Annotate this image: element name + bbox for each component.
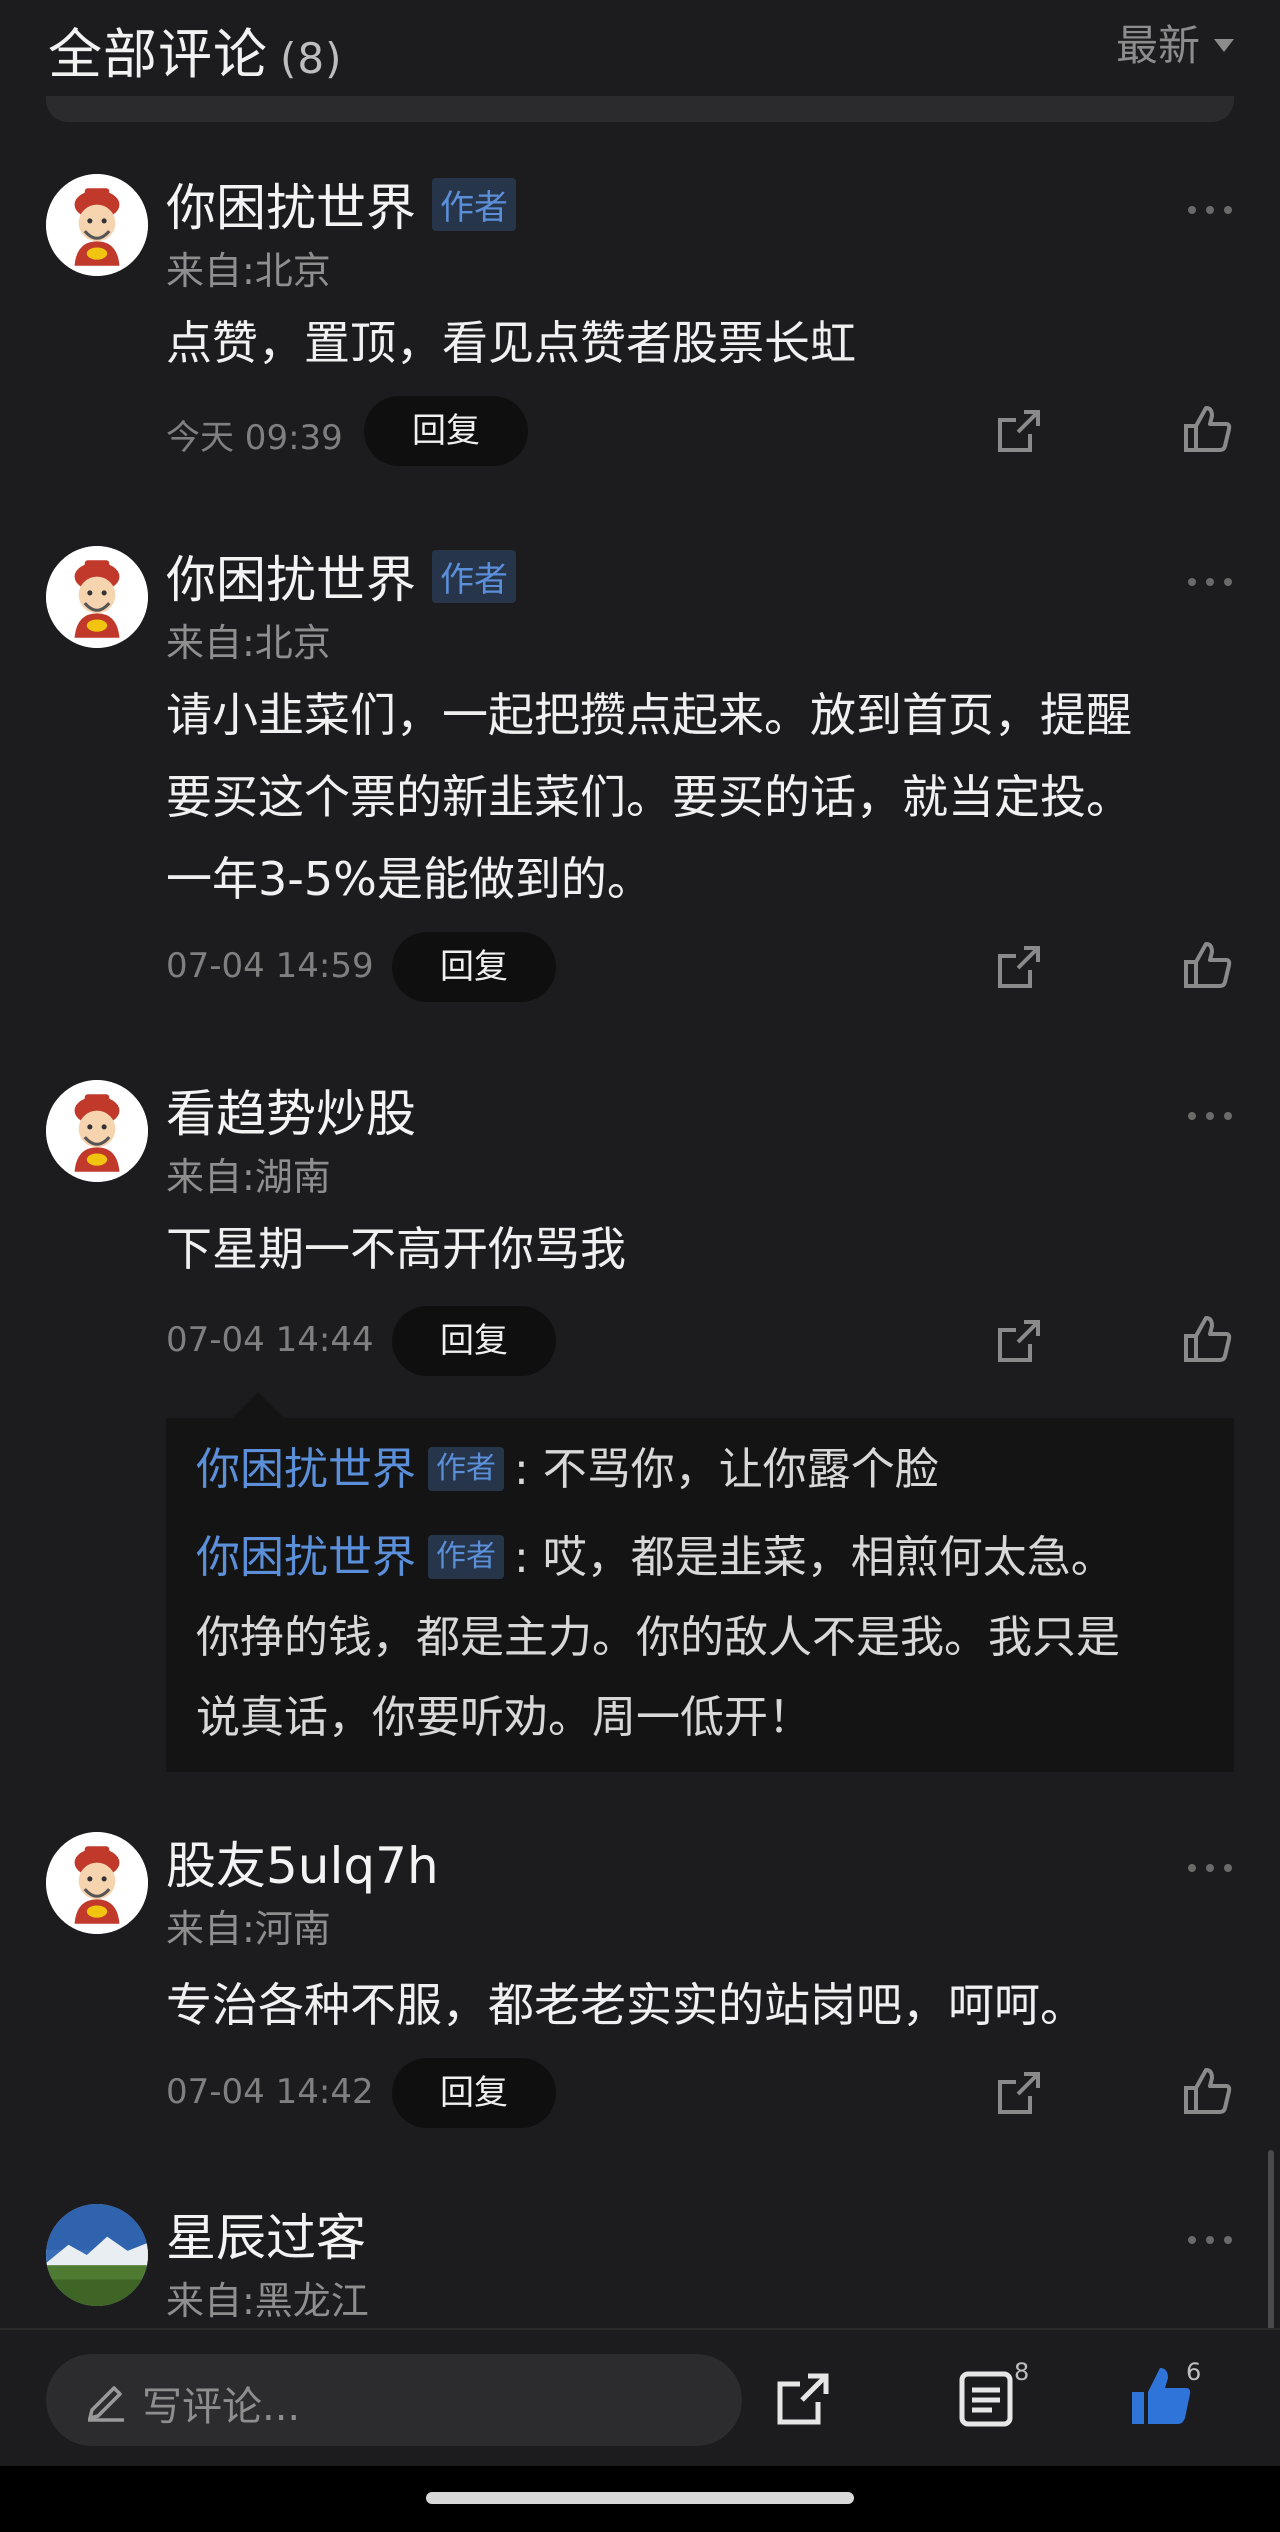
user-name[interactable]: 星辰过客 (166, 2198, 366, 2270)
sort-label: 最新 (1115, 21, 1200, 70)
avatar-cartoon-icon (46, 1832, 148, 1934)
page-title: 全部评论 (8) (48, 10, 343, 89)
avatar[interactable] (46, 2204, 148, 2306)
avatar[interactable] (46, 174, 148, 276)
sort-dropdown[interactable]: 最新 (1116, 12, 1234, 73)
like-icon[interactable] (1182, 940, 1234, 992)
comment-time: 今天 09:39 (166, 418, 343, 458)
comment-meta: 07-04 14:59 回复 (166, 932, 1246, 1002)
comment-input-placeholder: 写评论... (142, 2384, 301, 2430)
user-location: 来自:北京 (166, 621, 331, 665)
reply-thread-pointer (232, 1392, 284, 1418)
user-name-text: 你困扰世界 (166, 179, 416, 237)
like-icon[interactable] (1182, 404, 1234, 456)
author-badge: 作者 (428, 1447, 504, 1491)
like-icon[interactable] (1182, 1314, 1234, 1366)
comment-line: 请小韭菜们，一起把攒点起来。放到首页，提醒 (166, 688, 1132, 742)
reply-button[interactable]: 回复 (392, 2058, 556, 2128)
comment-time: 07-04 14:59 (166, 946, 374, 986)
comment-meta: 07-04 14:44 回复 (166, 1306, 1246, 1376)
comment-body: 下星期一不高开你骂我 (166, 1208, 1226, 1290)
like-icon[interactable] (1182, 2066, 1234, 2118)
comment-count: (8) (280, 34, 343, 83)
more-icon[interactable] (1186, 204, 1234, 216)
user-name-text: 看趋势炒股 (166, 1085, 416, 1143)
like-icon[interactable] (1128, 2364, 1194, 2430)
caret-down-icon (1214, 39, 1234, 52)
reply-item[interactable]: 你困扰世界 作者: 哎，都是韭菜，相煎何太急。 你挣的钱，都是主力。你的敌人不是我… (196, 1518, 1206, 1758)
avatar-cartoon-icon (46, 1080, 148, 1182)
user-location: 来自:黑龙江 (166, 2279, 369, 2323)
user-name-text: 你困扰世界 (166, 551, 416, 609)
comment-line: 要买这个票的新韭菜们。要买的话，就当定投。 (166, 770, 1132, 824)
avatar-cartoon-icon (46, 174, 148, 276)
comment-body: 点赞，置顶，看见点赞者股票长虹 (166, 302, 1226, 384)
user-name[interactable]: 股友5ulq7h (166, 1826, 439, 1898)
more-icon[interactable] (1186, 2234, 1234, 2246)
avatar[interactable] (46, 1080, 148, 1182)
user-name-text: 星辰过客 (166, 2209, 366, 2267)
user-name[interactable]: 看趋势炒股 (166, 1074, 416, 1146)
comment-line: 一年3-5%是能做到的。 (166, 852, 653, 906)
share-icon[interactable] (994, 942, 1044, 992)
title-text: 全部评论 (48, 23, 268, 86)
reply-item[interactable]: 你困扰世界 作者: 不骂你，让你露个脸 (196, 1430, 1206, 1510)
author-badge: 作者 (428, 1535, 504, 1579)
share-icon[interactable] (774, 2370, 832, 2428)
reply-button[interactable]: 回复 (392, 932, 556, 1002)
avatar[interactable] (46, 1832, 148, 1934)
avatar-cartoon-icon (46, 546, 148, 648)
user-name-text: 股友5ulq7h (166, 1837, 439, 1895)
comment-time: 07-04 14:42 (166, 2072, 374, 2112)
reply-button[interactable]: 回复 (392, 1306, 556, 1376)
author-badge: 作者 (432, 177, 516, 231)
comment-meta: 07-04 14:42 回复 (166, 2058, 1246, 2128)
comment-body: 请小韭菜们，一起把攒点起来。放到首页，提醒 要买这个票的新韭菜们。要买的话，就当… (166, 674, 1226, 920)
more-icon[interactable] (1186, 576, 1234, 588)
user-location: 来自:河南 (166, 1907, 331, 1951)
share-icon[interactable] (994, 406, 1044, 456)
share-icon[interactable] (994, 2068, 1044, 2118)
avatar-landscape-icon (46, 2204, 148, 2306)
share-icon[interactable] (994, 1316, 1044, 1366)
reply-text-line: 你挣的钱，都是主力。你的敌人不是我。我只是 (196, 1612, 1120, 1663)
reply-thread[interactable]: 你困扰世界 作者: 不骂你，让你露个脸 你困扰世界 作者: 哎，都是韭菜，相煎何太急… (166, 1392, 1234, 1772)
user-location: 来自:北京 (166, 249, 331, 293)
user-location: 来自:湖南 (166, 1155, 331, 1199)
system-nav-bar (0, 2466, 1280, 2532)
like-count-badge: 6 (1186, 2358, 1202, 2386)
reply-text: : 不骂你，让你露个脸 (514, 1444, 939, 1495)
comment-meta: 今天 09:39 回复 (166, 396, 1246, 466)
comment-line: 专治各种不服，都老老实实的站岗吧，呵呵。 (166, 1978, 1086, 2032)
header-divider (46, 96, 1234, 122)
reply-user-name[interactable]: 你困扰世界 (196, 1444, 416, 1495)
user-name[interactable]: 你困扰世界 作者 (166, 168, 516, 240)
bottom-action-bar: 写评论... 8 6 (0, 2328, 1280, 2466)
reply-user-name[interactable]: 你困扰世界 (196, 1532, 416, 1583)
reply-text: : 哎，都是韭菜，相煎何太急。 (514, 1532, 1115, 1583)
list-icon[interactable] (958, 2370, 1014, 2428)
reply-button[interactable]: 回复 (364, 396, 528, 466)
comment-time: 07-04 14:44 (166, 1320, 374, 1360)
reply-text-line: 说真话，你要听劝。周一低开！ (196, 1692, 812, 1743)
home-indicator[interactable] (426, 2492, 854, 2504)
more-icon[interactable] (1186, 1110, 1234, 1122)
comment-line: 下星期一不高开你骂我 (166, 1222, 626, 1276)
author-badge: 作者 (432, 549, 516, 603)
comment-body: 专治各种不服，都老老实实的站岗吧，呵呵。 (166, 1964, 1226, 2046)
scrollbar[interactable] (1268, 2150, 1274, 2330)
more-icon[interactable] (1186, 1862, 1234, 1874)
user-name[interactable]: 你困扰世界 作者 (166, 540, 516, 612)
avatar[interactable] (46, 546, 148, 648)
pen-icon (88, 2386, 124, 2422)
comment-count-badge: 8 (1014, 2358, 1030, 2386)
comment-line: 点赞，置顶，看见点赞者股票长虹 (166, 316, 856, 370)
comment-input[interactable]: 写评论... (46, 2354, 742, 2446)
